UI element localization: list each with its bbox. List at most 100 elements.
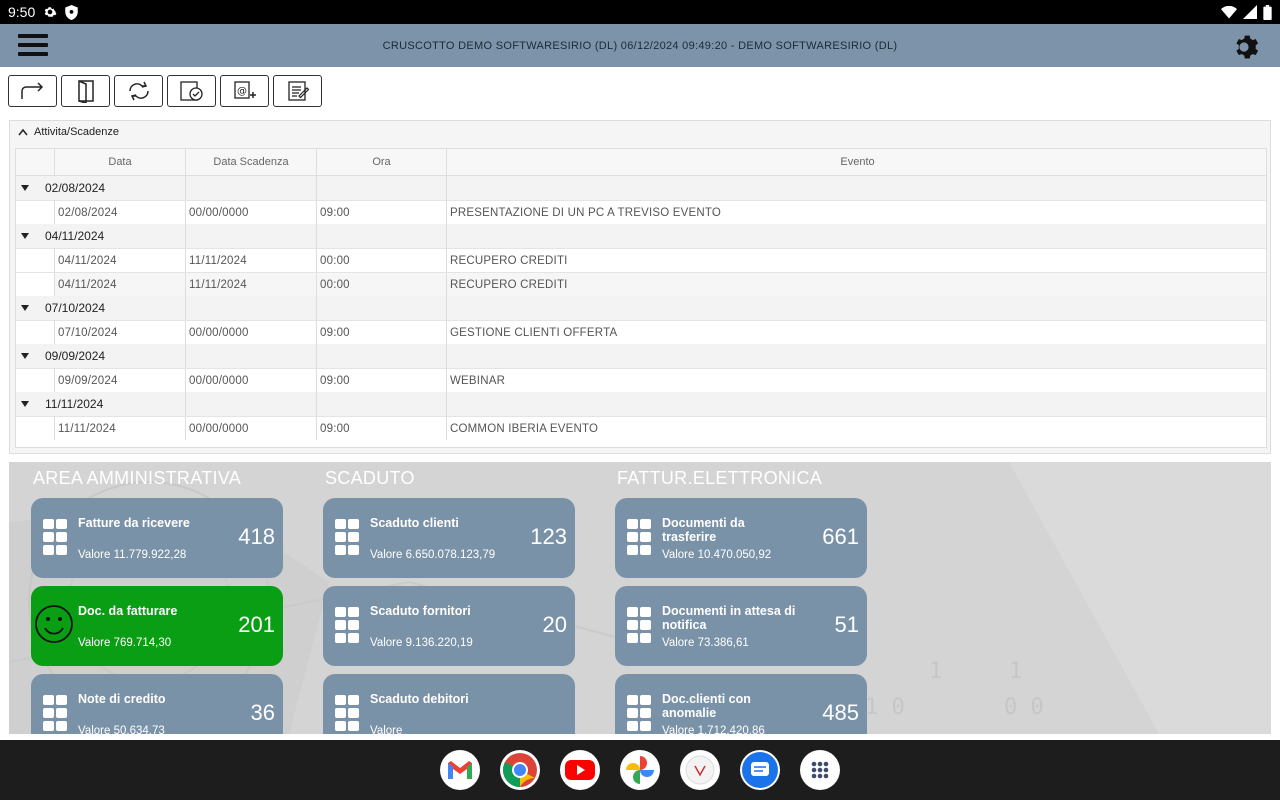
add-email-button[interactable]: @ [220, 75, 269, 107]
chrome-app[interactable] [500, 750, 540, 790]
panel-header[interactable]: Attivita/Scadenze [10, 121, 1270, 143]
verify-document-button[interactable] [167, 75, 216, 107]
cell-evento: RECUPERO CREDITI [450, 278, 568, 291]
photos-app[interactable] [620, 750, 660, 790]
table-row[interactable]: 04/11/2024 11/11/2024 00:00 RECUPERO CREDIT… [16, 272, 1266, 296]
card-title: Doc. da fatturare [78, 604, 178, 618]
svg-text:@: @ [237, 86, 247, 97]
dashboard-card[interactable]: Scaduto fornitori Valore 9.136.220,19 20 [323, 586, 575, 666]
dashboard-card[interactable]: Documenti da trasferire Valore 10.470.050… [615, 498, 867, 578]
wifi-icon [1221, 5, 1237, 18]
cell-data: 07/10/2024 [55, 321, 186, 344]
dashboard-card[interactable]: Doc.clienti con anomalie Valore 1.712.420… [615, 674, 867, 734]
table-row[interactable]: 07/10/2024 00/00/0000 09:00 GESTIONE CLIENT… [16, 320, 1266, 344]
activities-grid: Data Data Scadenza Ora Evento 02/08/2024… [15, 148, 1267, 448]
vivaldi-app[interactable] [680, 750, 720, 790]
messages-app[interactable] [740, 750, 780, 790]
card-title: Note di credito [78, 692, 166, 706]
grid-apps-icon [43, 519, 69, 557]
caret-down-icon[interactable] [21, 353, 29, 359]
cell-ora: 00:00 [317, 249, 447, 272]
card-title: Scaduto debitori [370, 692, 469, 706]
card-value: Valore 73.386,61 [662, 637, 749, 649]
cell-ora: 09:00 [317, 417, 447, 440]
cell-data-scadenza: 00/00/0000 [186, 321, 317, 344]
chevron-up-icon[interactable] [18, 128, 28, 136]
shield-icon [65, 4, 78, 20]
group-row[interactable]: 11/11/2024 [16, 392, 1266, 416]
app-drawer[interactable] [800, 750, 840, 790]
exit-button[interactable] [61, 75, 110, 107]
card-value: Valore 769.714,30 [78, 637, 172, 649]
caret-down-icon[interactable] [21, 185, 29, 191]
dashboard-card[interactable]: Fatture da ricevere Valore 11.779.922,28 4… [31, 498, 283, 578]
group-label: 09/09/2024 [45, 349, 106, 363]
dashboard-card[interactable]: Note di credito Valore 50.634,73 36 [31, 674, 283, 734]
card-count: 201 [238, 612, 275, 637]
column-header-data-scadenza[interactable]: Data Scadenza [186, 149, 317, 175]
card-count: 661 [822, 524, 859, 549]
table-row[interactable]: 09/09/2024 00/00/0000 09:00 WEBINAR [16, 368, 1266, 392]
card-count: 485 [822, 700, 859, 725]
cell-ora: 09:00 [317, 369, 447, 392]
dashboard-card[interactable]: Scaduto clienti Valore 6.650.078.123,79 12… [323, 498, 575, 578]
card-title: Fatture da ricevere [78, 516, 190, 530]
group-row[interactable]: 04/11/2024 [16, 224, 1266, 248]
card-value: Valore 6.650.078.123,79 [370, 549, 496, 561]
taskbar [0, 740, 1280, 800]
group-label: 04/11/2024 [45, 229, 105, 243]
card-count: 51 [834, 612, 859, 637]
refresh-icon [128, 81, 149, 101]
app-drawer-icon [811, 761, 829, 779]
grid-apps-icon [335, 519, 361, 557]
table-row[interactable]: 02/08/2024 00/00/0000 09:00 PRESENTAZIONE D… [16, 200, 1266, 224]
status-bar: 9:50 [0, 0, 1280, 24]
cell-ora: 00:00 [317, 273, 447, 296]
cell-data-scadenza: 11/11/2024 [186, 273, 317, 296]
refresh-button[interactable] [114, 75, 163, 107]
group-row[interactable]: 07/10/2024 [16, 296, 1266, 320]
card-title: Documenti in attesa di notifica [662, 604, 796, 632]
caret-down-icon[interactable] [21, 401, 29, 407]
settings-icon[interactable] [1229, 32, 1259, 62]
caret-down-icon[interactable] [21, 233, 29, 239]
table-row[interactable]: 04/11/2024 11/11/2024 00:00 RECUPERO CREDIT… [16, 248, 1266, 272]
caret-down-icon[interactable] [21, 305, 29, 311]
cell-ora: 09:00 [317, 201, 447, 224]
card-count: 20 [542, 612, 567, 637]
forward-button[interactable] [8, 75, 57, 107]
grid-header: Data Data Scadenza Ora Evento [16, 149, 1266, 176]
battery-icon [1263, 4, 1272, 20]
card-title: Scaduto clienti [370, 516, 459, 530]
app-bar: CRUSCOTTO DEMO SOFTWARESIRIO (DL) 06/12/… [0, 24, 1280, 67]
card-value: Valore 10.470.050,92 [662, 549, 772, 561]
column-header-evento[interactable]: Evento [447, 149, 1266, 175]
grid-apps-icon [627, 695, 653, 733]
page-title: CRUSCOTTO DEMO SOFTWARESIRIO (DL) 06/12/… [382, 40, 898, 52]
table-row[interactable]: 11/11/2024 00/00/0000 09:00 COMMON IBERIA E… [16, 416, 1266, 440]
activities-panel: Attivita/Scadenze Data Data Scadenza Ora… [9, 120, 1271, 454]
notes-button[interactable] [273, 75, 322, 107]
card-value: Valore [370, 725, 403, 734]
messages-icon [742, 752, 778, 788]
svg-text:1: 1 [1009, 659, 1022, 684]
cell-data: 09/09/2024 [55, 369, 186, 392]
group-row[interactable]: 02/08/2024 [16, 176, 1266, 200]
cell-evento: PRESENTAZIONE DI UN PC A TREVISO EVENTO [450, 206, 722, 219]
dashboard-card[interactable]: Documenti in attesa di notifica Valore 73… [615, 586, 867, 666]
youtube-icon [565, 760, 595, 780]
group-row[interactable]: 09/09/2024 [16, 344, 1266, 368]
dashboard-card[interactable]: Scaduto debitori Valore [323, 674, 575, 734]
gmail-app[interactable] [440, 750, 480, 790]
signal-icon [1243, 5, 1257, 19]
column-header-data[interactable]: Data [55, 149, 186, 175]
dashboard: 1 0 0 0 1 1 AREA AMMINISTRATIVA Fatture da … [9, 462, 1271, 734]
email-add-icon: @ [233, 81, 256, 99]
youtube-app[interactable] [560, 750, 600, 790]
card-value: Valore 50.634,73 [78, 725, 165, 734]
panel-title: Attivita/Scadenze [34, 126, 119, 138]
column-header-ora[interactable]: Ora [317, 149, 447, 175]
section-title: AREA AMMINISTRATIVA [33, 468, 242, 488]
checked-document-icon [179, 81, 203, 101]
dashboard-card[interactable]: Doc. da fatturare Valore 769.714,30 201 [31, 586, 283, 666]
